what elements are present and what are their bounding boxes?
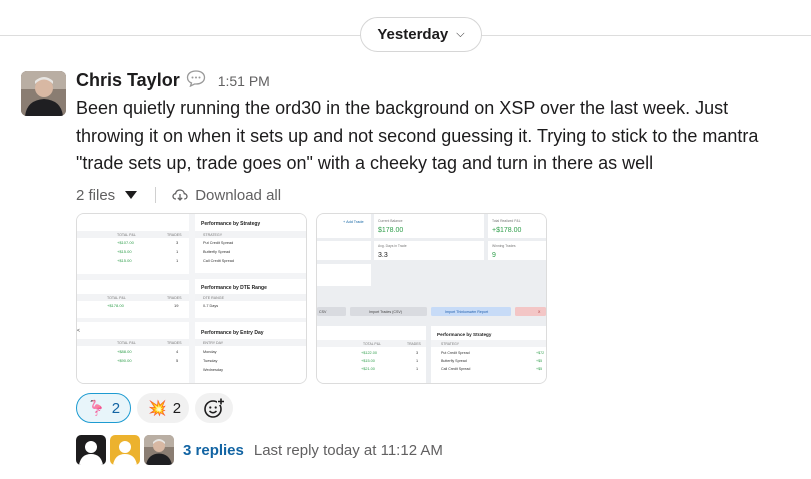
message-line: throwing it on when it sets up and not s… (76, 125, 759, 146)
chevron-down-icon: ⌵ (456, 28, 465, 40)
svg-text:Total Realized P&L: Total Realized P&L (492, 219, 521, 223)
svg-text:+ Add Trade: + Add Trade (343, 220, 364, 224)
file-thumbnail-1[interactable]: TOTAL P&L TRADES +$107.00 3 +$15.00 1 +$… (76, 213, 307, 384)
svg-text:Current Balance: Current Balance (378, 219, 403, 223)
svg-text:ENTRY DAY: ENTRY DAY (203, 341, 224, 345)
message-line: Been quietly running the ord30 in the ba… (76, 98, 729, 118)
svg-text:+$122.00: +$122.00 (361, 351, 377, 355)
reply-avatar-3[interactable] (144, 435, 174, 465)
svg-text:Call Credit Spread: Call Credit Spread (441, 367, 470, 371)
svg-text:0-7 Days: 0-7 Days (203, 304, 218, 308)
files-separator (155, 187, 157, 203)
reaction-flamingo[interactable]: 🦩 2 (76, 393, 131, 423)
svg-text:Winning Trades: Winning Trades (492, 244, 516, 248)
svg-text:CSV: CSV (319, 310, 327, 314)
message-body: Been quietly running the ord30 in the ba… (76, 95, 796, 178)
speech-bubble-icon (186, 69, 206, 92)
avatar-photo (144, 435, 174, 465)
add-emoji-icon (204, 398, 225, 418)
caret-down-icon (125, 191, 138, 199)
svg-text:TOTAL P&L: TOTAL P&L (107, 296, 126, 300)
avatar-photo (21, 71, 66, 116)
collision-emoji-icon: 💥 (148, 400, 167, 417)
svg-text:STRATEGY: STRATEGY (441, 342, 460, 346)
svg-text:Performance by Strategy: Performance by Strategy (201, 221, 260, 227)
svg-text:3.3: 3.3 (378, 252, 388, 259)
file-thumbnail-2[interactable]: + Add Trade Current Balance $178.00 Tota… (316, 213, 547, 384)
svg-text:Import Thinkorswim Report: Import Thinkorswim Report (445, 310, 488, 314)
svg-text:+$88.00: +$88.00 (117, 349, 132, 354)
svg-text:Put Credit Spread: Put Credit Spread (441, 351, 470, 355)
svg-text:Butterfly Spread: Butterfly Spread (441, 359, 467, 363)
svg-text:Call Credit Spread: Call Credit Spread (203, 259, 234, 263)
thread-replies-link[interactable]: 3 replies (183, 442, 244, 459)
svg-text:Performance by DTE Range: Performance by DTE Range (201, 285, 267, 291)
default-avatar-icon (76, 435, 106, 465)
performance-screenshot-1: TOTAL P&L TRADES +$107.00 3 +$15.00 1 +$… (77, 214, 306, 383)
reaction-collision[interactable]: 💥 2 (137, 393, 189, 423)
svg-text:TRADES: TRADES (167, 341, 182, 345)
reply-avatar-2[interactable] (110, 435, 140, 465)
message-line: "trade sets up, trade goes on" with a ch… (76, 153, 654, 173)
sender-avatar[interactable] (21, 71, 66, 116)
download-all-button[interactable]: Download all (172, 187, 281, 204)
svg-text:Performance by Strategy: Performance by Strategy (437, 332, 492, 337)
reply-avatar-1[interactable] (76, 435, 106, 465)
dashboard-screenshot-2: + Add Trade Current Balance $178.00 Tota… (317, 214, 546, 383)
svg-text:+$5: +$5 (536, 359, 542, 363)
default-avatar-icon (110, 435, 140, 465)
reaction-count: 2 (111, 399, 121, 417)
svg-text:TOTAL P&L: TOTAL P&L (117, 341, 136, 345)
svg-text:+$178.00: +$178.00 (107, 303, 125, 308)
svg-text:STRATEGY: STRATEGY (203, 233, 223, 237)
last-reply-text: Last reply today at 11:12 AM (253, 441, 443, 459)
svg-text:Import Trades (CSV): Import Trades (CSV) (369, 310, 402, 314)
svg-text:$178.00: $178.00 (378, 227, 403, 234)
flamingo-emoji-icon: 🦩 (87, 400, 106, 417)
svg-text:+$107.00: +$107.00 (117, 240, 135, 245)
svg-text:+$90.00: +$90.00 (117, 358, 132, 363)
download-all-label: Download all (195, 186, 282, 204)
svg-text:<: < (77, 328, 80, 334)
svg-text:1: 1 (416, 359, 418, 363)
svg-text:+$178.00: +$178.00 (492, 227, 521, 234)
svg-text:Monday: Monday (203, 350, 217, 354)
svg-text:TRADES: TRADES (407, 342, 421, 346)
add-reaction-button[interactable] (195, 393, 233, 423)
svg-text:3: 3 (416, 351, 418, 355)
svg-text:Performance by Entry Day: Performance by Entry Day (201, 330, 264, 336)
reaction-count: 2 (172, 399, 182, 417)
files-toggle[interactable]: 2 files (76, 186, 138, 204)
date-divider-button[interactable]: Yesterday ⌵ (360, 17, 482, 52)
svg-text:Wednesday: Wednesday (203, 368, 223, 372)
message-timestamp[interactable]: 1:51 PM (218, 73, 270, 89)
svg-text:TOTAL P&L: TOTAL P&L (117, 233, 136, 237)
svg-text:+$15.00: +$15.00 (361, 359, 375, 363)
svg-text:Tuesday: Tuesday (203, 359, 218, 363)
cloud-download-icon (172, 189, 188, 201)
sender-name[interactable]: Chris Taylor (76, 70, 180, 91)
svg-text:+$15.00: +$15.00 (117, 258, 132, 263)
svg-text:Put Credit Spread: Put Credit Spread (203, 241, 233, 245)
svg-text:TRADES: TRADES (167, 296, 182, 300)
svg-text:+$5: +$5 (536, 367, 542, 371)
svg-text:1: 1 (416, 367, 418, 371)
svg-text:+$72: +$72 (536, 351, 544, 355)
svg-text:19: 19 (174, 303, 179, 308)
files-count: 2 files (76, 186, 116, 204)
svg-text:+$15.00: +$15.00 (117, 249, 132, 254)
date-divider-label: Yesterday (377, 26, 449, 43)
svg-text:DTE RANGE: DTE RANGE (203, 296, 225, 300)
svg-text:9: 9 (492, 252, 496, 259)
svg-text:TRADES: TRADES (167, 233, 182, 237)
svg-text:+$21.00: +$21.00 (361, 367, 375, 371)
svg-text:TOTAL P&L: TOTAL P&L (363, 342, 381, 346)
svg-text:Butterfly Spread: Butterfly Spread (203, 250, 230, 254)
svg-text:Avg. Days in Trade: Avg. Days in Trade (378, 244, 407, 248)
